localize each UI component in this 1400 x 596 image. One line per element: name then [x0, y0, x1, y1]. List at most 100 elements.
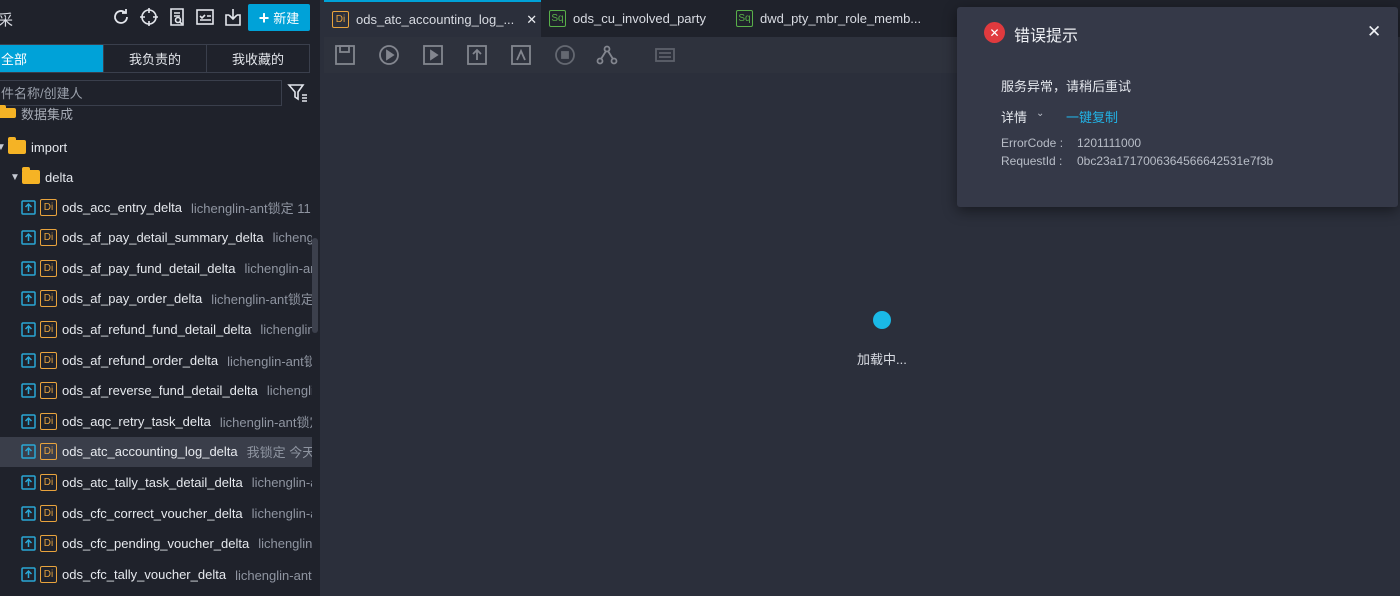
file-lock-info: lichenglin-a — [251, 505, 312, 521]
tree-file-row[interactable]: Di ods_af_refund_order_delta lichenglin-an… — [0, 345, 312, 375]
di-node-icon: Di — [40, 382, 57, 400]
save-icon[interactable] — [334, 44, 356, 66]
tab-label: ods_cu_involved_party — [573, 11, 706, 26]
tree-folder-delta[interactable]: ▼ delta — [0, 162, 312, 192]
tree-file-row[interactable]: Di ods_atc_tally_task_detail_delta licheng… — [0, 467, 312, 497]
tree-file-row[interactable]: Di ods_af_pay_detail_summary_delta licheng… — [0, 223, 312, 253]
file-lock-info: lichenglin-ant锁 — [235, 567, 312, 583]
request-id-row: RequestId : 0bc23a1717006364566642531e7f… — [1001, 154, 1273, 168]
upload-status-icon — [21, 260, 36, 276]
file-name: ods_af_pay_detail_summary_delta — [62, 230, 264, 246]
request-id-value: 0bc23a1717006364566642531e7f3b — [1077, 154, 1274, 168]
upload-status-icon — [21, 383, 36, 398]
file-name: ods_af_pay_order_delta — [62, 291, 203, 307]
run-icon[interactable] — [378, 44, 400, 66]
tree-file-row[interactable]: Di ods_af_refund_fund_detail_delta licheng… — [0, 314, 312, 344]
sidebar-scrollbar[interactable] — [312, 238, 318, 333]
upload-status-icon — [21, 505, 36, 521]
tab-ods-cu-involved-party[interactable]: Sq ods_cu_involved_party — [541, 0, 734, 37]
tree-file-row[interactable]: Di ods_aqc_retry_task_delta lichenglin-ant… — [0, 406, 312, 436]
tree-file-row[interactable]: Di ods_af_pay_order_delta lichenglin-ant锁定 — [0, 284, 312, 314]
di-node-icon: Di — [40, 198, 57, 216]
stop-icon[interactable] — [554, 44, 576, 66]
tree-file-row[interactable]: Di ods_cfc_pending_voucher_delta lichengli… — [0, 529, 312, 559]
tree-folder-root[interactable]: 数据集成 — [0, 103, 312, 123]
import-icon[interactable] — [222, 6, 244, 28]
search-document-icon[interactable] — [166, 6, 188, 28]
upload-status-icon — [21, 199, 36, 215]
tab-label: dwd_pty_mbr_role_memb... — [760, 11, 922, 26]
plus-icon: + — [258, 7, 270, 28]
tree-label: 数据集成 — [21, 106, 74, 122]
filter-tab-all[interactable]: 全部 — [0, 45, 104, 72]
upload-status-icon — [21, 475, 36, 490]
upload-status-icon — [21, 291, 36, 307]
error-message: 服务异常，请稍后重试 — [1001, 79, 1132, 94]
error-code-value: 1201111000 — [1077, 136, 1142, 150]
tab-dwd-pty-mbr-role-memb[interactable]: Sq dwd_pty_mbr_role_memb... — [728, 0, 938, 37]
file-lock-info: lichenglin-ant锁定 11 — [190, 200, 311, 216]
file-lock-info: lichenglin — [266, 383, 312, 399]
toolbar-fragment-text: 采 — [0, 12, 14, 29]
tab-label: ods_atc_accounting_log_... — [356, 12, 515, 27]
file-lock-info: lichenglin-ant锁定 — [211, 292, 312, 308]
upload-status-icon — [21, 230, 36, 245]
tree-file-row[interactable]: Di ods_atc_accounting_log_delta 我锁定 今天 — [0, 436, 312, 467]
lineage-icon[interactable] — [596, 44, 618, 66]
error-notification: ✕ 错误提示 ✕ 服务异常，请稍后重试 详情 ⌄ 一键复制 ErrorCode … — [957, 7, 1398, 207]
copy-all-link[interactable]: 一键复制 — [1066, 107, 1118, 126]
file-name: ods_af_pay_fund_detail_delta — [62, 260, 236, 276]
loading-text: 加载中... — [857, 352, 907, 367]
file-name: ods_atc_tally_task_detail_delta — [62, 474, 243, 490]
folder-icon — [22, 167, 40, 184]
notification-title: 错误提示 — [1014, 28, 1079, 45]
filter-tab-favorites[interactable]: 我收藏的 — [207, 45, 309, 72]
locate-icon[interactable] — [138, 6, 160, 28]
sidebar-toolbar: 采 + 新建 — [0, 0, 320, 38]
details-toggle[interactable]: 详情 — [1001, 107, 1027, 126]
file-name: ods_acc_entry_delta — [62, 199, 182, 215]
sql-node-icon: Sq — [736, 10, 753, 27]
check-list-icon[interactable] — [194, 6, 216, 28]
di-node-icon: Di — [332, 11, 349, 28]
di-node-icon: Di — [40, 412, 57, 430]
filter-tab-mine[interactable]: 我负责的 — [104, 45, 207, 72]
deploy-icon[interactable] — [510, 44, 532, 66]
tab-ods-atc-accounting-log[interactable]: Di ods_atc_accounting_log_... ✕ — [324, 0, 541, 37]
file-lock-info: lichenglin-ant锁定 — [219, 414, 312, 430]
tree-file-row[interactable]: Di ods_acc_entry_delta lichenglin-ant锁定 11 — [0, 192, 312, 222]
file-lock-info: lichenglin- — [258, 536, 312, 552]
error-code-row: ErrorCode : 1201111000 — [1001, 136, 1141, 150]
upload-status-icon — [21, 566, 36, 582]
chevron-down-icon: ▼ — [10, 171, 20, 183]
file-lock-info: lichenglin-ant锁 — [227, 353, 312, 369]
file-name: ods_cfc_tally_voucher_delta — [62, 566, 227, 582]
refresh-icon[interactable] — [110, 6, 132, 28]
search-input[interactable] — [0, 81, 281, 105]
di-node-icon: Di — [40, 535, 57, 553]
file-name: ods_af_refund_order_delta — [62, 352, 219, 368]
upload-status-icon — [21, 352, 36, 368]
tree-folder-import[interactable]: ▼ import — [0, 132, 312, 162]
close-icon[interactable]: ✕ — [1367, 22, 1381, 42]
run-with-params-icon[interactable] — [422, 44, 444, 66]
file-name: ods_atc_accounting_log_delta — [62, 444, 238, 460]
filter-icon[interactable] — [287, 82, 309, 104]
close-icon[interactable]: ✕ — [526, 12, 537, 28]
di-node-icon: Di — [40, 504, 57, 522]
di-node-icon: Di — [40, 290, 57, 308]
di-node-icon: Di — [40, 473, 57, 491]
tree-file-row[interactable]: Di ods_af_reverse_fund_detail_delta lichen… — [0, 376, 312, 406]
loading-spinner — [873, 311, 891, 329]
submit-icon[interactable] — [466, 44, 488, 66]
chevron-down-icon: ▼ — [0, 141, 6, 153]
file-name: ods_af_refund_fund_detail_delta — [62, 321, 252, 337]
tree-file-row[interactable]: Di ods_cfc_tally_voucher_delta lichenglin-… — [0, 559, 312, 589]
upload-status-icon — [21, 413, 36, 429]
chevron-down-icon[interactable]: ⌄ — [1036, 108, 1044, 119]
new-button[interactable]: + 新建 — [248, 4, 310, 31]
di-node-icon: Di — [40, 320, 57, 338]
format-icon[interactable] — [654, 44, 676, 66]
tree-file-row[interactable]: Di ods_af_pay_fund_detail_delta lichenglin… — [0, 253, 312, 283]
tree-file-row[interactable]: Di ods_cfc_correct_voucher_delta lichengli… — [0, 498, 312, 528]
